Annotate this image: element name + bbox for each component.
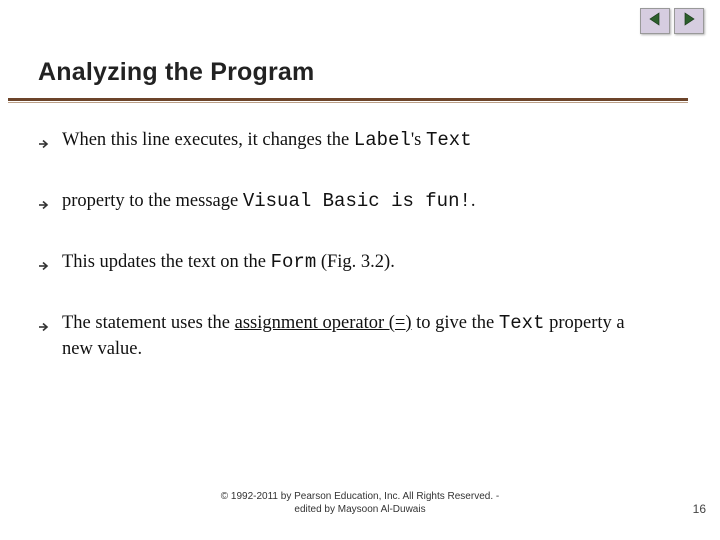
bullet-arrow-icon (38, 316, 56, 341)
page-number: 16 (693, 502, 706, 516)
bullet-item: This updates the text on the Form (Fig. … (38, 250, 658, 280)
bullet-arrow-icon (38, 194, 56, 219)
bullet-text: This updates the text on the Form (Fig. … (62, 250, 658, 276)
bullet-text: property to the message Visual Basic is … (62, 189, 658, 215)
slide-content: When this line executes, it changes the … (38, 128, 658, 393)
copyright-line2: edited by Maysoon Al-Duwais (294, 504, 425, 515)
bullet-item: The statement uses the assignment operat… (38, 311, 658, 362)
nav-prev-button[interactable] (640, 8, 670, 34)
bullet-item: property to the message Visual Basic is … (38, 189, 658, 219)
bullet-text: The statement uses the assignment operat… (62, 311, 658, 362)
title-underline (8, 98, 688, 101)
nav-arrows (640, 8, 704, 34)
triangle-left-icon (647, 11, 663, 32)
nav-next-button[interactable] (674, 8, 704, 34)
bullet-arrow-icon (38, 133, 56, 158)
bullet-text: When this line executes, it changes the … (62, 128, 658, 154)
slide-title: Analyzing the Program (38, 58, 314, 87)
bullet-item: When this line executes, it changes the … (38, 128, 658, 158)
bullet-arrow-icon (38, 255, 56, 280)
copyright-line1: © 1992-2011 by Pearson Education, Inc. A… (221, 491, 499, 502)
copyright: © 1992-2011 by Pearson Education, Inc. A… (0, 490, 720, 516)
triangle-right-icon (681, 11, 697, 32)
